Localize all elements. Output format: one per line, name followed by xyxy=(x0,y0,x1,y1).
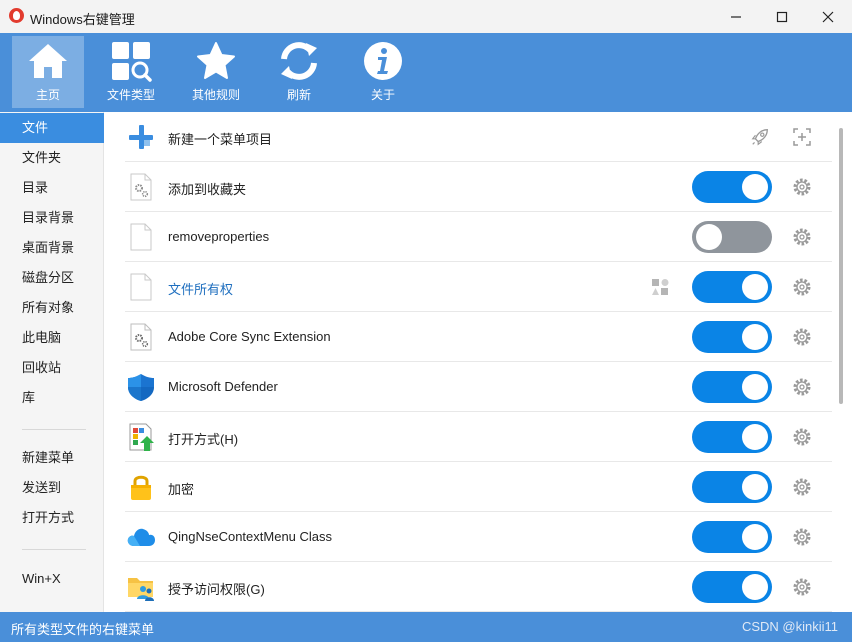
sidebar-divider xyxy=(22,429,86,430)
sidebar-item-directory-background[interactable]: 目录背景 xyxy=(0,203,104,233)
enable-toggle[interactable] xyxy=(692,371,772,403)
file-types-icon xyxy=(112,42,152,82)
settings-gear-icon[interactable] xyxy=(791,476,813,498)
list-item-label: 添加到收藏夹 xyxy=(168,182,247,197)
enable-toggle[interactable] xyxy=(692,271,772,303)
list-item-label: QingNseContextMenu Class xyxy=(168,529,333,544)
minimize-icon xyxy=(731,15,741,18)
cloud-icon xyxy=(127,528,155,546)
list-item[interactable]: Microsoft Defender xyxy=(125,362,832,412)
add-item-icon[interactable] xyxy=(791,126,813,148)
toolbar-file-types-button[interactable]: 文件类型 xyxy=(95,36,167,108)
toolbar-about-button[interactable]: 关于 xyxy=(347,36,419,108)
sidebar-divider xyxy=(22,549,86,550)
main-toolbar: 主页 文件类型 其他规则 刷新 关于 xyxy=(0,33,852,112)
enable-toggle[interactable] xyxy=(692,471,772,503)
window-title: Windows右键管理 xyxy=(30,12,135,27)
folder-users-icon xyxy=(128,578,154,601)
enable-toggle[interactable] xyxy=(692,521,772,553)
sidebar-item-recycle-bin[interactable]: 回收站 xyxy=(0,353,104,383)
blank-file-icon xyxy=(130,273,152,301)
list-item[interactable]: 添加到收藏夹 xyxy=(125,162,832,212)
list-item-label: 打开方式(H) xyxy=(168,432,239,447)
toolbar-home-label: 主页 xyxy=(35,88,60,102)
close-icon xyxy=(822,11,834,22)
defender-shield-icon xyxy=(128,374,154,401)
file-gear-icon xyxy=(130,323,152,351)
watermark: CSDN @kinkii11 xyxy=(741,619,838,634)
toolbar-file-types-label: 文件类型 xyxy=(106,88,155,102)
sidebar-item-this-pc[interactable]: 此电脑 xyxy=(0,323,104,353)
new-menu-item-row[interactable]: 新建一个菜单项目 xyxy=(125,112,832,162)
sidebar: 文件 文件夹 目录 目录背景 桌面背景 磁盘分区 所有对象 此电脑 回收站 库 … xyxy=(0,112,104,612)
list-item-label: 授予访问权限(G) xyxy=(168,582,265,597)
toolbar-refresh-label: 刷新 xyxy=(286,88,311,102)
sidebar-item-folder[interactable]: 文件夹 xyxy=(0,143,104,173)
enable-toggle[interactable] xyxy=(692,171,772,203)
star-icon xyxy=(197,42,235,79)
list-scrollbar[interactable] xyxy=(839,128,843,404)
list-item[interactable]: 授予访问权限(G) xyxy=(125,562,832,612)
maximize-icon xyxy=(776,11,788,22)
close-button[interactable] xyxy=(805,0,851,33)
list-item[interactable]: removeproperties xyxy=(125,212,832,262)
status-bar: 所有类型文件的右键菜单 CSDN @kinkii11 xyxy=(0,612,852,642)
refresh-icon xyxy=(281,42,317,80)
settings-gear-icon[interactable] xyxy=(791,226,813,248)
home-icon xyxy=(29,44,67,78)
enable-toggle[interactable] xyxy=(692,571,772,603)
toolbar-other-rules-button[interactable]: 其他规则 xyxy=(180,36,252,108)
settings-gear-icon[interactable] xyxy=(791,326,813,348)
toolbar-other-rules-label: 其他规则 xyxy=(191,88,240,102)
sidebar-item-new-menu[interactable]: 新建菜单 xyxy=(0,443,104,473)
settings-gear-icon[interactable] xyxy=(791,526,813,548)
enable-toggle[interactable] xyxy=(692,221,772,253)
sidebar-item-all-objects[interactable]: 所有对象 xyxy=(0,293,104,323)
list-item[interactable]: Adobe Core Sync Extension xyxy=(125,312,832,362)
toolbar-about-label: 关于 xyxy=(370,88,395,102)
maximize-button[interactable] xyxy=(759,0,805,33)
info-icon xyxy=(364,42,402,80)
list-item-label: 加密 xyxy=(168,482,195,497)
title-bar: Windows右键管理 xyxy=(0,0,852,33)
new-menu-item-label: 新建一个菜单项目 xyxy=(168,132,273,147)
sidebar-item-win-x[interactable]: Win+X xyxy=(0,564,104,594)
blank-file-icon xyxy=(130,223,152,251)
settings-gear-icon[interactable] xyxy=(791,376,813,398)
sidebar-item-directory[interactable]: 目录 xyxy=(0,173,104,203)
lock-icon xyxy=(131,475,151,500)
sidebar-item-file[interactable]: 文件 xyxy=(0,113,104,143)
sidebar-item-open-with[interactable]: 打开方式 xyxy=(0,503,104,533)
list-item-label: removeproperties xyxy=(168,229,270,244)
minimize-button[interactable] xyxy=(713,0,759,33)
list-item-label: 文件所有权 xyxy=(168,282,234,297)
toolbar-refresh-button[interactable]: 刷新 xyxy=(263,36,335,108)
sidebar-item-desktop-background[interactable]: 桌面背景 xyxy=(0,233,104,263)
enable-toggle[interactable] xyxy=(692,421,772,453)
file-gear-icon xyxy=(130,173,152,201)
context-menu-list: 新建一个菜单项目 添加到收藏夹 removeproperties 文件所有权 A… xyxy=(105,112,835,612)
settings-gear-icon[interactable] xyxy=(791,176,813,198)
app-logo-icon xyxy=(9,8,24,23)
open-with-icon xyxy=(129,423,154,451)
add-cross-icon xyxy=(129,125,153,149)
list-item[interactable]: 文件所有权 xyxy=(125,262,832,312)
sidebar-item-drive[interactable]: 磁盘分区 xyxy=(0,263,104,293)
rocket-icon[interactable] xyxy=(750,127,770,147)
list-item-label: Microsoft Defender xyxy=(168,379,278,394)
settings-gear-icon[interactable] xyxy=(791,576,813,598)
shapes-icon[interactable] xyxy=(650,277,670,297)
sidebar-item-library[interactable]: 库 xyxy=(0,383,104,413)
toolbar-home-button[interactable]: 主页 xyxy=(12,36,84,108)
list-item-label: Adobe Core Sync Extension xyxy=(168,329,331,344)
list-item[interactable]: 加密 xyxy=(125,462,832,512)
list-item[interactable]: QingNseContextMenu Class xyxy=(125,512,832,562)
status-text: 所有类型文件的右键菜单 xyxy=(11,622,155,637)
settings-gear-icon[interactable] xyxy=(791,276,813,298)
enable-toggle[interactable] xyxy=(692,321,772,353)
sidebar-item-send-to[interactable]: 发送到 xyxy=(0,473,104,503)
list-item[interactable]: 打开方式(H) xyxy=(125,412,832,462)
settings-gear-icon[interactable] xyxy=(791,426,813,448)
